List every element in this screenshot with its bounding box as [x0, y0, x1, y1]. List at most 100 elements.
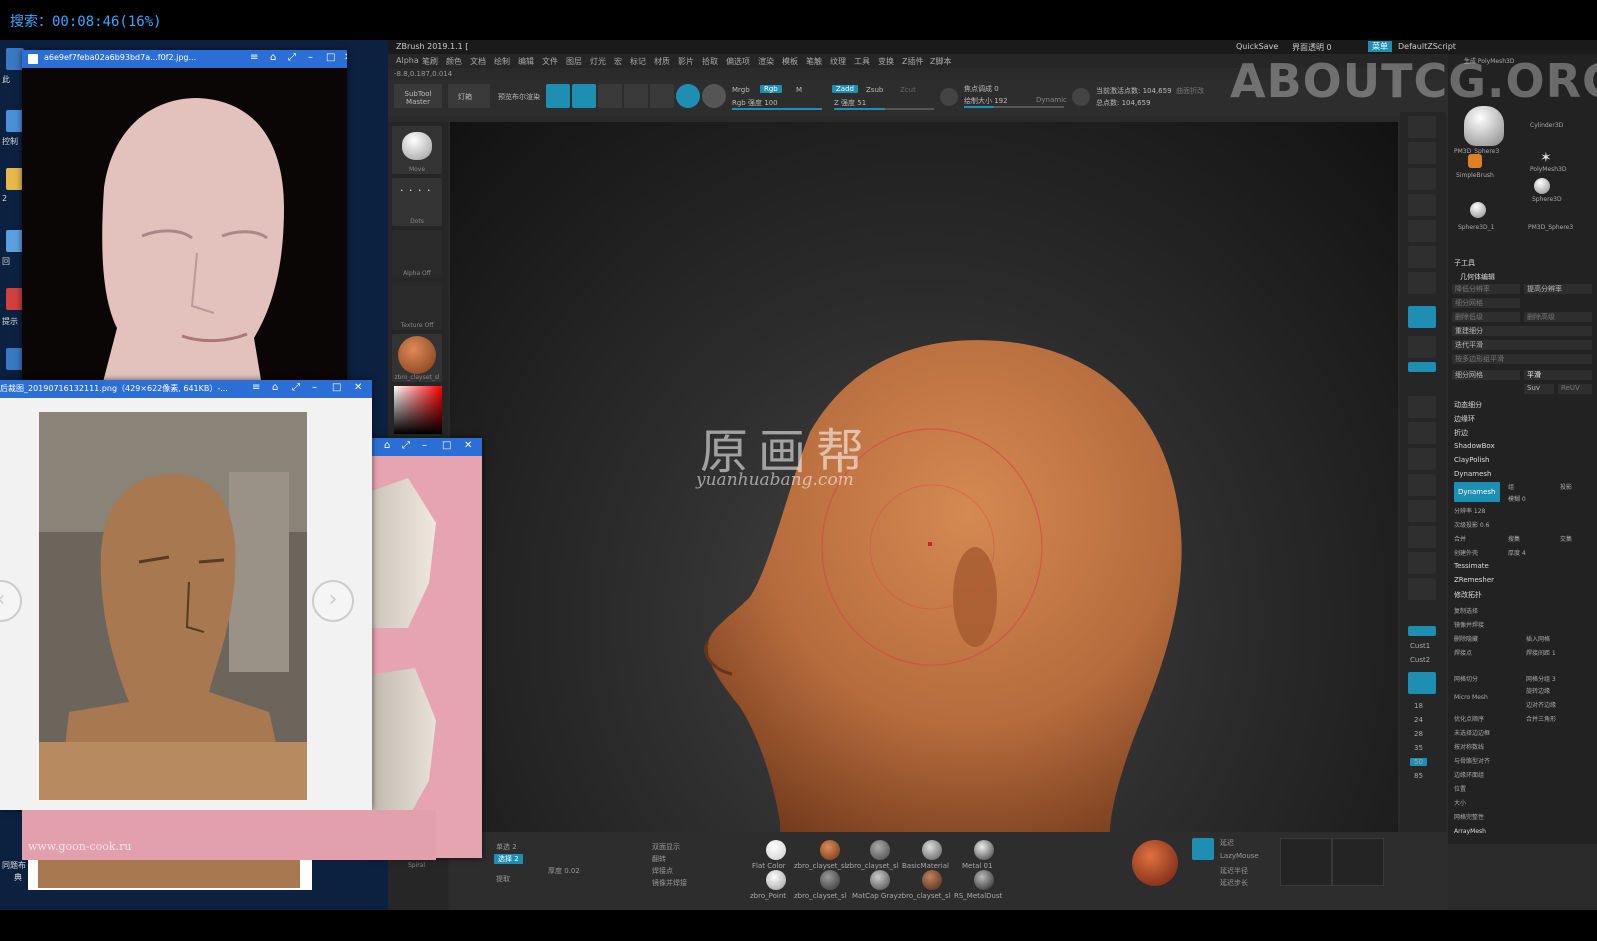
zoom3d-button[interactable]: [1408, 194, 1436, 216]
subdivide-button[interactable]: 细分网格: [1452, 298, 1520, 308]
brush-move-tile[interactable]: Move: [392, 126, 442, 174]
prev-image-button[interactable]: ‹: [0, 580, 22, 622]
local-button[interactable]: [1408, 306, 1436, 328]
edge-loop-groups-button[interactable]: 边缘环面组: [1454, 770, 1484, 779]
menu-layer[interactable]: 图层: [566, 56, 582, 67]
solo-button[interactable]: [1408, 578, 1436, 600]
subtool-master-button[interactable]: SubTool Master: [394, 84, 442, 108]
xyz-button[interactable]: [1408, 336, 1436, 358]
pin-icon[interactable]: ⌂: [270, 52, 276, 63]
del-higher-button[interactable]: 删除高级: [1524, 312, 1592, 322]
zsub-toggle[interactable]: Zsub: [866, 86, 883, 94]
maximize-icon[interactable]: □: [332, 382, 341, 393]
geometry-header[interactable]: 几何体编辑: [1460, 272, 1495, 282]
minimize-icon[interactable]: –: [308, 52, 313, 63]
menu-preferences[interactable]: 偏选项: [726, 56, 750, 67]
floor-button[interactable]: [1408, 272, 1436, 294]
menu-file[interactable]: 文件: [542, 56, 558, 67]
image-viewer-head[interactable]: a6e9ef7feba02a6b93bd7a...f0f2.jpg... ≡ ⌂…: [22, 50, 347, 386]
maximize-icon[interactable]: □: [442, 440, 451, 451]
image-viewer-planes[interactable]: ⌂ ⤢ – □ ✕: [366, 438, 482, 858]
rotate-edge-button[interactable]: 旋转边缘: [1526, 686, 1550, 695]
subproject-slider[interactable]: 次级投影 0.6: [1454, 520, 1489, 529]
shadowbox-header[interactable]: ShadowBox: [1454, 442, 1495, 450]
insert-mesh-button[interactable]: 插入网格: [1526, 634, 1550, 643]
menu-movie[interactable]: 影片: [678, 56, 694, 67]
alpha-off-tile[interactable]: Alpha Off: [392, 230, 442, 278]
draw-button[interactable]: [572, 84, 596, 108]
actual-button[interactable]: [1408, 220, 1436, 242]
focal-shift-slider[interactable]: 焦点调成 0: [964, 84, 999, 94]
reuv-toggle[interactable]: ReUV: [1558, 384, 1592, 394]
subpixel-button[interactable]: [1408, 142, 1436, 164]
mesh-integrity-header[interactable]: 网格完整性: [1454, 812, 1484, 821]
viewer-titlebar[interactable]: a6e9ef7feba02a6b93bd7a...f0f2.jpg... ≡ ⌂…: [22, 50, 347, 68]
rotate-view-button[interactable]: [1408, 474, 1436, 496]
scale-button[interactable]: [624, 84, 648, 108]
move-view-button[interactable]: [1408, 422, 1436, 444]
symmetry-line-button[interactable]: 按对称数线: [1454, 742, 1484, 751]
mirror-weld-bottom-button[interactable]: 镜像并焊接: [652, 878, 687, 888]
iterative-smooth-button[interactable]: 迭代平滑: [1452, 340, 1592, 350]
intersect-button[interactable]: 交集: [1560, 534, 1572, 543]
menu-picker[interactable]: 拾取: [702, 56, 718, 67]
fullscreen-icon[interactable]: ⤢: [292, 382, 300, 393]
del-lower-button[interactable]: 删除低级: [1452, 312, 1520, 322]
edit-button[interactable]: [546, 84, 570, 108]
dynamesh-resolution-slider[interactable]: 分辨率 128: [1454, 506, 1485, 515]
bpr-button[interactable]: [1408, 116, 1436, 138]
transp-button[interactable]: [1408, 526, 1436, 548]
dynamic-subdiv-header[interactable]: 动态细分: [1454, 400, 1482, 410]
higher-res-button[interactable]: 提高分辨率: [1524, 284, 1592, 294]
maximize-icon[interactable]: □: [326, 52, 335, 63]
menu-tool[interactable]: 工具: [854, 56, 870, 67]
menu-marker[interactable]: 标记: [630, 56, 646, 67]
close-icon[interactable]: ✕: [354, 382, 362, 393]
dynamic-toggle[interactable]: Dynamic: [1036, 96, 1067, 104]
create-shell-button[interactable]: 创建外壳: [1454, 548, 1478, 557]
claypolish-header[interactable]: ClayPolish: [1454, 456, 1490, 464]
merge-tris-button[interactable]: 合并三角形: [1526, 714, 1556, 723]
menu-macro[interactable]: 宏: [614, 56, 622, 67]
extract-button[interactable]: 提取: [496, 874, 510, 884]
smooth-toggle[interactable]: 平滑: [1524, 370, 1592, 380]
menu-transform[interactable]: 变换: [878, 56, 894, 67]
bottom-thumb-1[interactable]: [1280, 838, 1332, 886]
rotate-button[interactable]: [650, 84, 674, 108]
material-clayset-1[interactable]: [820, 840, 840, 860]
z-intensity-slider[interactable]: Z 强度 51: [834, 98, 866, 108]
draw-size-slider[interactable]: 绘制大小 192: [964, 96, 1008, 106]
material-flat-color[interactable]: [766, 840, 786, 860]
focal-50[interactable]: 50: [1410, 758, 1427, 766]
focal-28[interactable]: 28: [1414, 730, 1423, 738]
zcut-toggle[interactable]: Zcut: [900, 86, 916, 94]
sphere3d-thumb[interactable]: [1534, 178, 1550, 194]
zadd-toggle[interactable]: Zadd: [832, 85, 858, 93]
lazymouse-icon[interactable]: [1192, 838, 1214, 860]
reconstruct-subdiv-button[interactable]: 重建细分: [1452, 326, 1592, 336]
next-image-button[interactable]: ›: [312, 580, 354, 622]
symmetry-button[interactable]: [1408, 362, 1436, 372]
menu-alpha[interactable]: Alpha: [396, 56, 419, 65]
menu-stencil[interactable]: 模板: [782, 56, 798, 67]
sphere3d-1-thumb[interactable]: [1470, 202, 1486, 218]
cust1-label[interactable]: Cust1: [1410, 642, 1430, 650]
sphere-icon[interactable]: [702, 84, 726, 108]
z-intensity-track[interactable]: [834, 108, 934, 110]
pm3d-sphere-thumb[interactable]: [1464, 106, 1504, 146]
menu-icon[interactable]: ≡: [250, 52, 258, 63]
select-2-button[interactable]: 选择 2: [494, 854, 523, 864]
gizmo-button[interactable]: [676, 84, 700, 108]
menu-edit[interactable]: 编辑: [518, 56, 534, 67]
transparency-slider[interactable]: 界面透明 0: [1292, 42, 1332, 53]
menu-document[interactable]: 文档: [470, 56, 486, 67]
material-clayset-3[interactable]: [820, 870, 840, 890]
mrgb-toggle[interactable]: Mrgb: [732, 86, 750, 94]
minimize-icon[interactable]: –: [312, 382, 317, 393]
menu-material[interactable]: 材质: [654, 56, 670, 67]
cust-toggle[interactable]: [1408, 626, 1436, 636]
menu-zscript[interactable]: Z脚本: [930, 56, 951, 67]
bottom-thumb-2[interactable]: [1332, 838, 1384, 886]
menu-zplugin[interactable]: Z插件: [902, 56, 923, 67]
thickness-slider[interactable]: 厚度 4: [1508, 548, 1526, 557]
